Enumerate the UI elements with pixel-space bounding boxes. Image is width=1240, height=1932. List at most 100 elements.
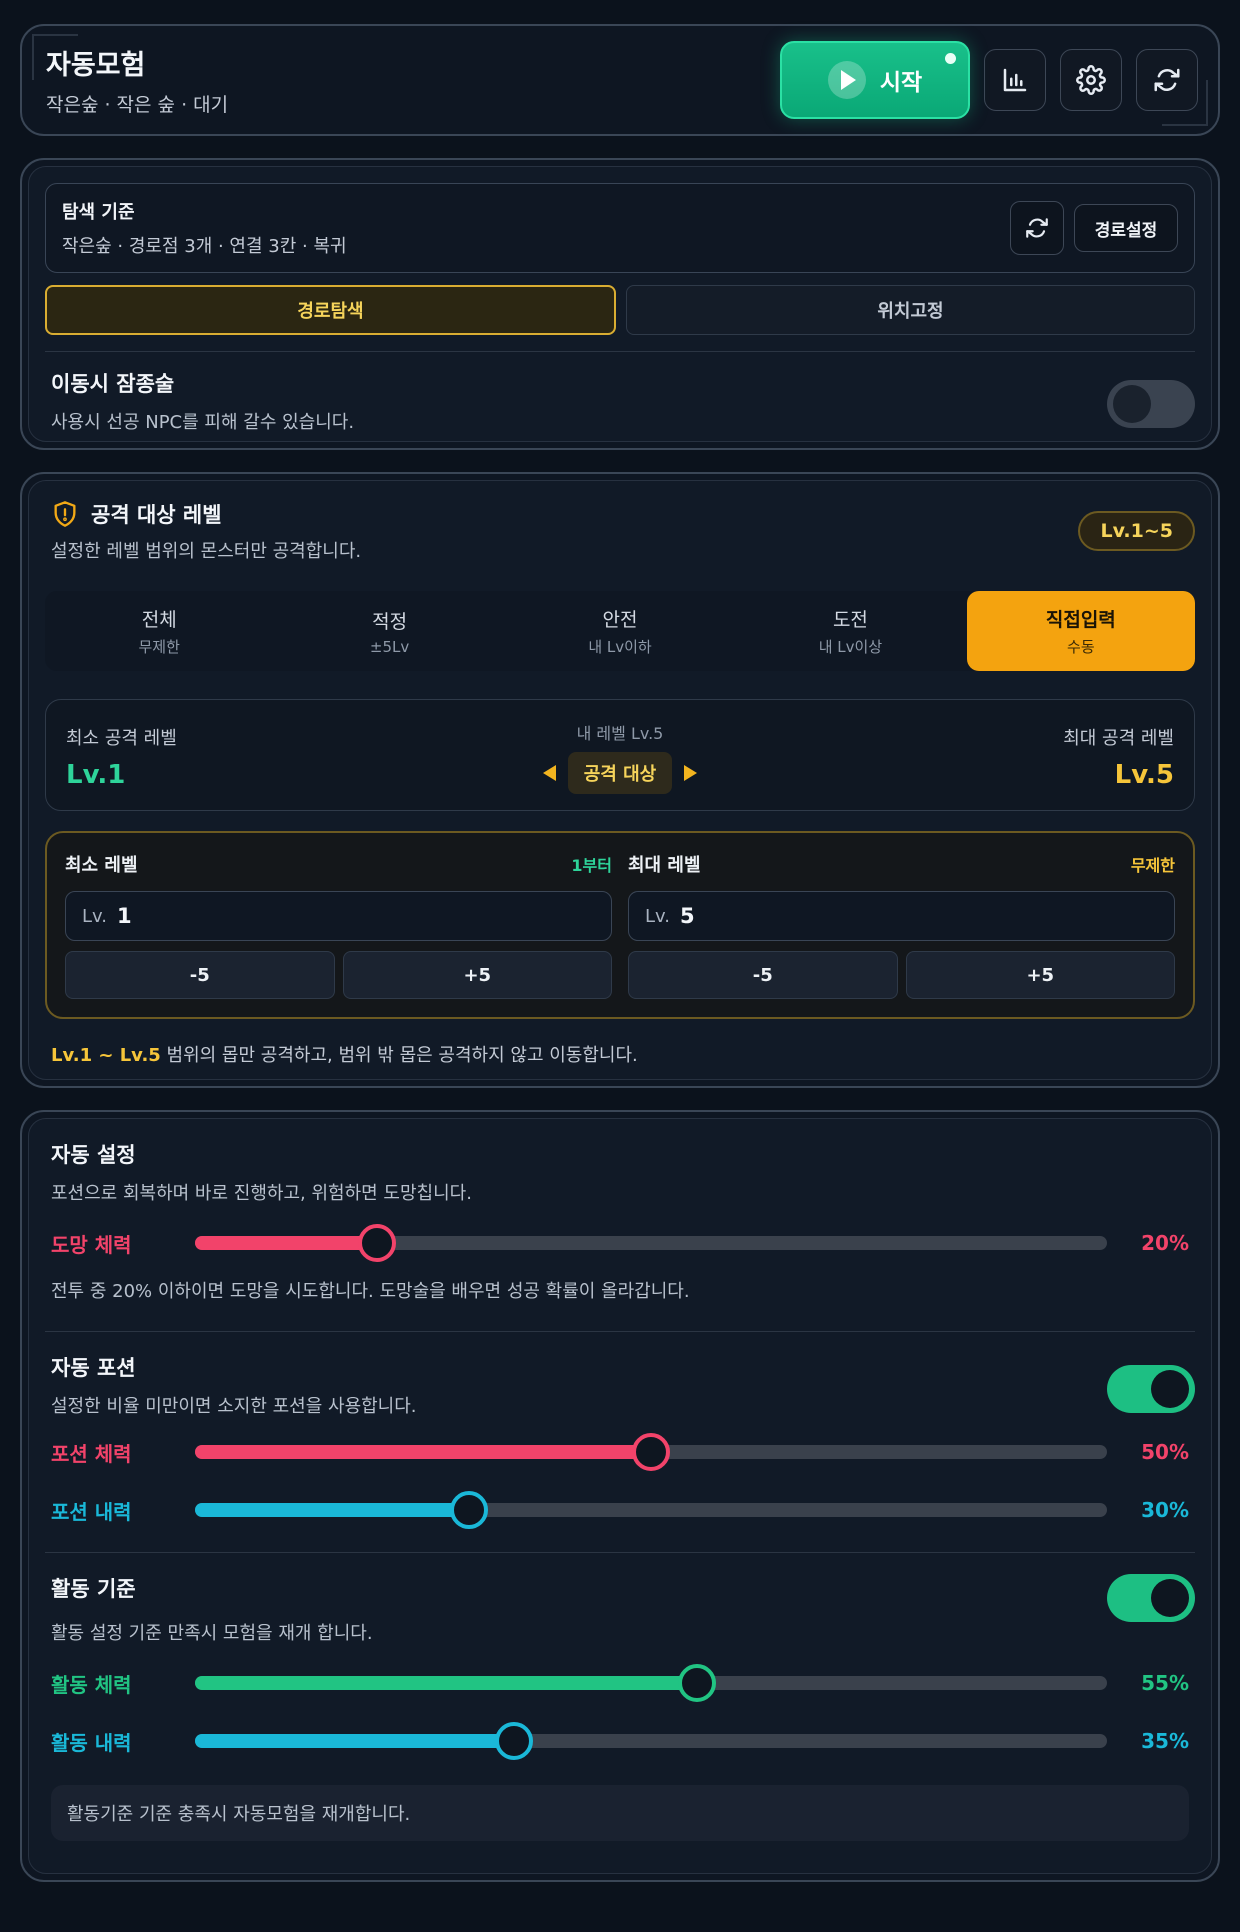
level-desc: 설정한 레벨 범위의 몬스터만 공격합니다. [51,541,362,562]
my-level: 내 레벨 Lv.5 [576,724,664,743]
start-button[interactable]: 시작 [780,41,970,119]
auto-potion-toggle[interactable] [1107,1365,1195,1413]
level-range-badge: Lv.1~5 [1078,511,1195,551]
slider-value: 20% [1141,1231,1189,1255]
auto-title: 자동 설정 [51,1143,136,1167]
play-icon [827,61,866,99]
tab-label: 안전 [602,609,638,631]
tab-sublabel: 수동 [1067,638,1095,656]
auto-desc: 포션으로 회복하며 바로 진행하고, 위험하면 도망칩니다. [51,1183,472,1204]
tab-safe[interactable]: 안전내 Lv이하 [506,591,734,671]
max-level-decrease-button[interactable]: -5 [628,951,898,999]
max-attack-value: Lv.5 [1114,760,1174,790]
criteria-summary: 작은숲 · 경로점 3개 · 연결 3칸 · 복귀 [62,236,347,257]
slider-fill [195,1734,515,1748]
activity-title: 활동 기준 [51,1577,136,1601]
criteria-title: 탐색 기준 [62,202,135,223]
max-level-title: 최대 레벨 [628,855,701,876]
flee-hp-slider[interactable]: 도망 체력 20% [51,1223,1189,1263]
header-bar: 자동모험 작은숲 · 작은 숲 · 대기 시작 [28,32,1212,128]
attack-target-pill: 공격 대상 [567,752,673,794]
stealth-title: 이동시 잠종술 [51,372,175,396]
auto-settings-panel: 자동 설정 포션으로 회복하며 바로 진행하고, 위험하면 도망칩니다. 도망 … [20,1110,1220,1882]
slider-label: 활동 내력 [51,1730,132,1755]
slider-label: 포션 내력 [51,1499,132,1524]
summary-range: Lv.1 ~ Lv.5 [51,1045,161,1066]
slider-fill [195,1676,697,1690]
bar-chart-icon [1003,68,1027,92]
potion-mp-slider[interactable]: 포션 내력 30% [51,1490,1189,1530]
slider-value: 55% [1141,1671,1189,1695]
settings-button[interactable] [1060,49,1122,111]
tab-route-search[interactable]: 경로탐색 [45,285,616,335]
level-summary: Lv.1 ~ Lv.5 범위의 몹만 공격하고, 범위 밖 몹은 공격하지 않고… [51,1041,1189,1067]
tab-appropriate[interactable]: 적정 ±5Lv [275,591,503,671]
route-setting-button[interactable]: 경로설정 [1074,204,1178,252]
max-attack-label: 최대 공격 레벨 [1063,728,1174,749]
slider-value: 30% [1141,1498,1189,1522]
slider-fill [195,1445,651,1459]
manual-level-input: 최소 레벨 1부터 Lv. 1 -5 +5 최대 레벨 무제한 Lv. 5 -5… [45,831,1195,1019]
activity-desc: 활동 설정 기준 만족시 모험을 재개 합니다. [51,1623,373,1644]
arrow-left-icon [542,765,556,781]
toggle-knob [1151,1579,1189,1617]
stats-button[interactable] [984,49,1046,111]
tab-challenge[interactable]: 도전 내 Lv이상 [736,591,964,671]
slider-thumb[interactable] [677,1664,716,1702]
mode-segment: 경로탐색 위치고정 [45,285,1195,335]
arrow-right-icon [684,765,698,781]
page-subtitle: 작은숲 · 작은 숲 · 대기 [46,94,229,116]
level-mode-tabs: 전체 무제한 적정 ±5Lv 안전내 Lv이하 도전 내 Lv이상 직접입력수동 [45,591,1196,671]
slider-thumb[interactable] [495,1722,534,1760]
route-refresh-button[interactable] [1010,201,1064,255]
min-level-value: 1 [117,904,132,928]
tab-sublabel: ±5Lv [369,637,410,656]
toggle-knob [1151,1370,1189,1408]
slider-track[interactable] [195,1664,1107,1702]
slider-label: 도망 체력 [51,1232,132,1257]
slider-track[interactable] [195,1491,1107,1529]
max-level-field[interactable]: Lv. 5 [628,891,1175,941]
tab-manual[interactable]: 직접입력수동 [966,591,1196,671]
flee-desc: 전투 중 20% 이하이면 도망을 시도합니다. 도망술을 배우면 성공 확률이… [51,1281,690,1302]
activity-hp-slider[interactable]: 활동 체력 55% [51,1663,1189,1703]
max-level-hint: 무제한 [1130,856,1175,875]
activity-toggle[interactable] [1107,1574,1195,1622]
tab-label: 직접입력 [1045,609,1116,631]
field-prefix: Lv. [645,905,671,927]
tab-sublabel: 무제한 [138,638,180,656]
level-title: 공격 대상 레벨 [91,503,222,527]
slider-track[interactable] [195,1224,1107,1262]
min-level-field[interactable]: Lv. 1 [65,891,612,941]
auto-potion-desc: 설정한 비율 미만이면 소지한 포션을 사용합니다. [51,1396,417,1417]
slider-thumb[interactable] [358,1224,397,1262]
slider-value: 50% [1141,1440,1189,1464]
activity-note: 활동기준 기준 충족시 자동모험을 재개합니다. [51,1785,1189,1841]
potion-hp-slider[interactable]: 포션 체력 50% [51,1432,1189,1472]
tab-position-fix[interactable]: 위치고정 [626,285,1195,335]
shield-icon [54,501,76,527]
search-criteria-box: 탐색 기준 작은숲 · 경로점 3개 · 연결 3칸 · 복귀 경로설정 [45,183,1195,273]
min-level-title: 최소 레벨 [65,855,138,876]
corner-ornament [32,34,78,80]
toggle-knob [1113,385,1151,423]
slider-thumb[interactable] [449,1491,488,1529]
tab-label: 적정 [372,610,408,633]
max-level-increase-button[interactable]: +5 [905,951,1175,999]
start-label: 시작 [879,70,923,96]
stealth-desc: 사용시 선공 NPC를 피해 갈수 있습니다. [51,412,355,433]
activity-mp-slider[interactable]: 활동 내력 35% [51,1721,1189,1761]
slider-track[interactable] [195,1722,1107,1760]
corner-ornament [1162,80,1208,126]
tab-all[interactable]: 전체 무제한 [45,591,273,671]
min-level-increase-button[interactable]: +5 [342,951,612,999]
min-level-decrease-button[interactable]: -5 [65,951,335,999]
stealth-toggle[interactable] [1107,380,1195,428]
tab-sublabel: 내 Lv이하 [588,638,652,656]
slider-label: 활동 체력 [51,1672,132,1697]
slider-track[interactable] [195,1433,1107,1471]
tab-label: 도전 [832,609,868,631]
slider-thumb[interactable] [632,1433,670,1471]
slider-label: 포션 체력 [51,1441,132,1466]
max-level-value: 5 [680,904,695,928]
